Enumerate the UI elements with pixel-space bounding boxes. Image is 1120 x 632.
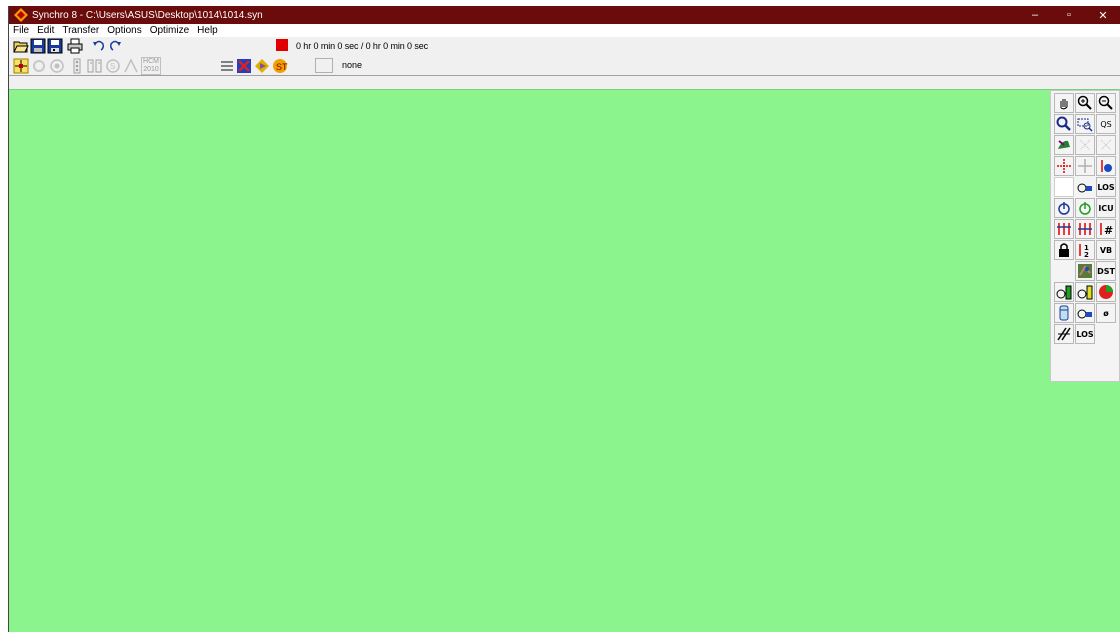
- phi-label: ø: [1103, 308, 1109, 318]
- volume-settings-icon[interactable]: [49, 58, 65, 74]
- map-canvas[interactable]: [9, 89, 1120, 632]
- node-selector-box[interactable]: [315, 58, 333, 73]
- zoom-out-icon[interactable]: [1096, 93, 1116, 113]
- menu-help[interactable]: Help: [197, 25, 218, 36]
- add-link-icon[interactable]: [1054, 156, 1074, 176]
- icu-view-button[interactable]: ICU: [1096, 198, 1116, 218]
- hcm-label-bottom: 2010: [143, 66, 159, 73]
- los-view-button[interactable]: LOS: [1096, 177, 1116, 197]
- undo-icon[interactable]: [91, 38, 107, 54]
- menu-optimize[interactable]: Optimize: [150, 25, 189, 36]
- background-map-icon[interactable]: [1054, 135, 1074, 155]
- window-title: Synchro 8 - C:\Users\ASUS\Desktop\1014\1…: [32, 9, 263, 21]
- dst-view-button[interactable]: DST: [1096, 261, 1116, 281]
- zoom-window-icon[interactable]: [1075, 114, 1095, 134]
- green-timing-icon[interactable]: [1075, 198, 1095, 218]
- hcm-label-top: HCM: [143, 58, 159, 65]
- open-folder-icon[interactable]: [13, 38, 29, 54]
- menu-file[interactable]: File: [13, 25, 29, 36]
- timing-settings-icon[interactable]: [69, 58, 85, 74]
- synchro-app-icon: [14, 8, 28, 22]
- title-bar: Synchro 8 - C:\Users\ASUS\Desktop\1014\1…: [9, 6, 1120, 24]
- simulation-settings-icon[interactable]: [123, 58, 139, 74]
- menu-options[interactable]: Options: [107, 25, 141, 36]
- node-transform-icon[interactable]: [1096, 135, 1116, 155]
- vb-view-button[interactable]: VB: [1096, 240, 1116, 260]
- zoom-all-icon[interactable]: [1054, 114, 1074, 134]
- main-toolbar: 0 hr 0 min 0 sec / 0 hr 0 min 0 sec: [9, 37, 1120, 56]
- empty-palette-slot: [1054, 177, 1074, 197]
- node-settings-icon[interactable]: [219, 58, 235, 74]
- signing-settings-icon[interactable]: [87, 58, 103, 74]
- menu-edit[interactable]: Edit: [37, 25, 54, 36]
- storage-icon[interactable]: [1054, 303, 1074, 323]
- signal-green-icon[interactable]: [1054, 282, 1074, 302]
- close-button[interactable]: ✕: [1086, 6, 1120, 24]
- detector-settings-icon[interactable]: S: [105, 58, 121, 74]
- network-map-icon[interactable]: [1075, 261, 1095, 281]
- lane-volumes-icon[interactable]: [1075, 219, 1095, 239]
- node-numbers-icon[interactable]: #: [1096, 219, 1116, 239]
- delay-bus-icon[interactable]: [1075, 303, 1095, 323]
- node-info-icon[interactable]: [1096, 156, 1116, 176]
- status-text: none: [342, 60, 363, 70]
- menu-bar: File Edit Transfer Options Optimize Help: [9, 24, 1120, 37]
- stop-timer-button[interactable]: [276, 39, 288, 51]
- pie-chart-icon[interactable]: [1096, 282, 1116, 302]
- delay-view-icon[interactable]: [1075, 177, 1095, 197]
- hcm-2010-report-icon[interactable]: HCM 2010: [141, 57, 161, 75]
- dst-label: DST: [1097, 266, 1115, 276]
- sort-icon[interactable]: 12: [1075, 240, 1095, 260]
- menu-transfer[interactable]: Transfer: [62, 25, 99, 36]
- vb-label: VB: [1099, 245, 1113, 255]
- calculation-time-readout: 0 hr 0 min 0 sec / 0 hr 0 min 0 sec: [296, 41, 429, 51]
- svg-text:ST: ST: [276, 62, 288, 72]
- svg-text:2: 2: [1084, 251, 1089, 258]
- synchro-report-icon[interactable]: ST: [272, 58, 288, 74]
- arrow-movement-icon[interactable]: [1054, 324, 1074, 344]
- lane-groups-icon[interactable]: [1054, 219, 1074, 239]
- los-view-button-2[interactable]: LOS: [1075, 324, 1095, 344]
- redo-icon[interactable]: [107, 38, 123, 54]
- minimize-button[interactable]: –: [1018, 6, 1052, 24]
- los-label: LOS: [1097, 182, 1115, 192]
- maximize-button[interactable]: ▫: [1052, 6, 1086, 24]
- save-icon[interactable]: [30, 38, 46, 54]
- icu-label: ICU: [1098, 203, 1114, 213]
- transform-map-icon[interactable]: [1075, 135, 1095, 155]
- signal-timing-icon[interactable]: [1054, 198, 1074, 218]
- map-view-icon[interactable]: [13, 58, 29, 74]
- map-tool-palette: QS LOS ICU # 12 VB DST ø LOS: [1050, 90, 1120, 382]
- svg-text:#: #: [1104, 224, 1113, 237]
- synchro-window: Synchro 8 - C:\Users\ASUS\Desktop\1014\1…: [8, 6, 1120, 632]
- zoom-scale-icon[interactable]: QS: [1096, 114, 1116, 134]
- simtraffic-icon[interactable]: [254, 58, 270, 74]
- svg-text:S: S: [110, 62, 115, 71]
- print-icon[interactable]: [67, 38, 83, 54]
- lock-timings-icon[interactable]: [1054, 240, 1074, 260]
- signal-yellow-icon[interactable]: [1075, 282, 1095, 302]
- zoom-scale-label: QS: [1100, 119, 1112, 129]
- lane-settings-icon[interactable]: [31, 58, 47, 74]
- zoom-in-icon[interactable]: [1075, 93, 1095, 113]
- empty-palette-slot-2: [1054, 261, 1074, 281]
- los2-label: LOS: [1076, 329, 1094, 339]
- phase-view-button[interactable]: ø: [1096, 303, 1116, 323]
- add-node-icon[interactable]: [1075, 156, 1095, 176]
- optimize-network-icon[interactable]: [236, 58, 252, 74]
- save-as-icon[interactable]: [47, 38, 63, 54]
- pan-hand-icon[interactable]: [1054, 93, 1074, 113]
- view-toolbar: S HCM 2010 ST none: [9, 56, 1120, 76]
